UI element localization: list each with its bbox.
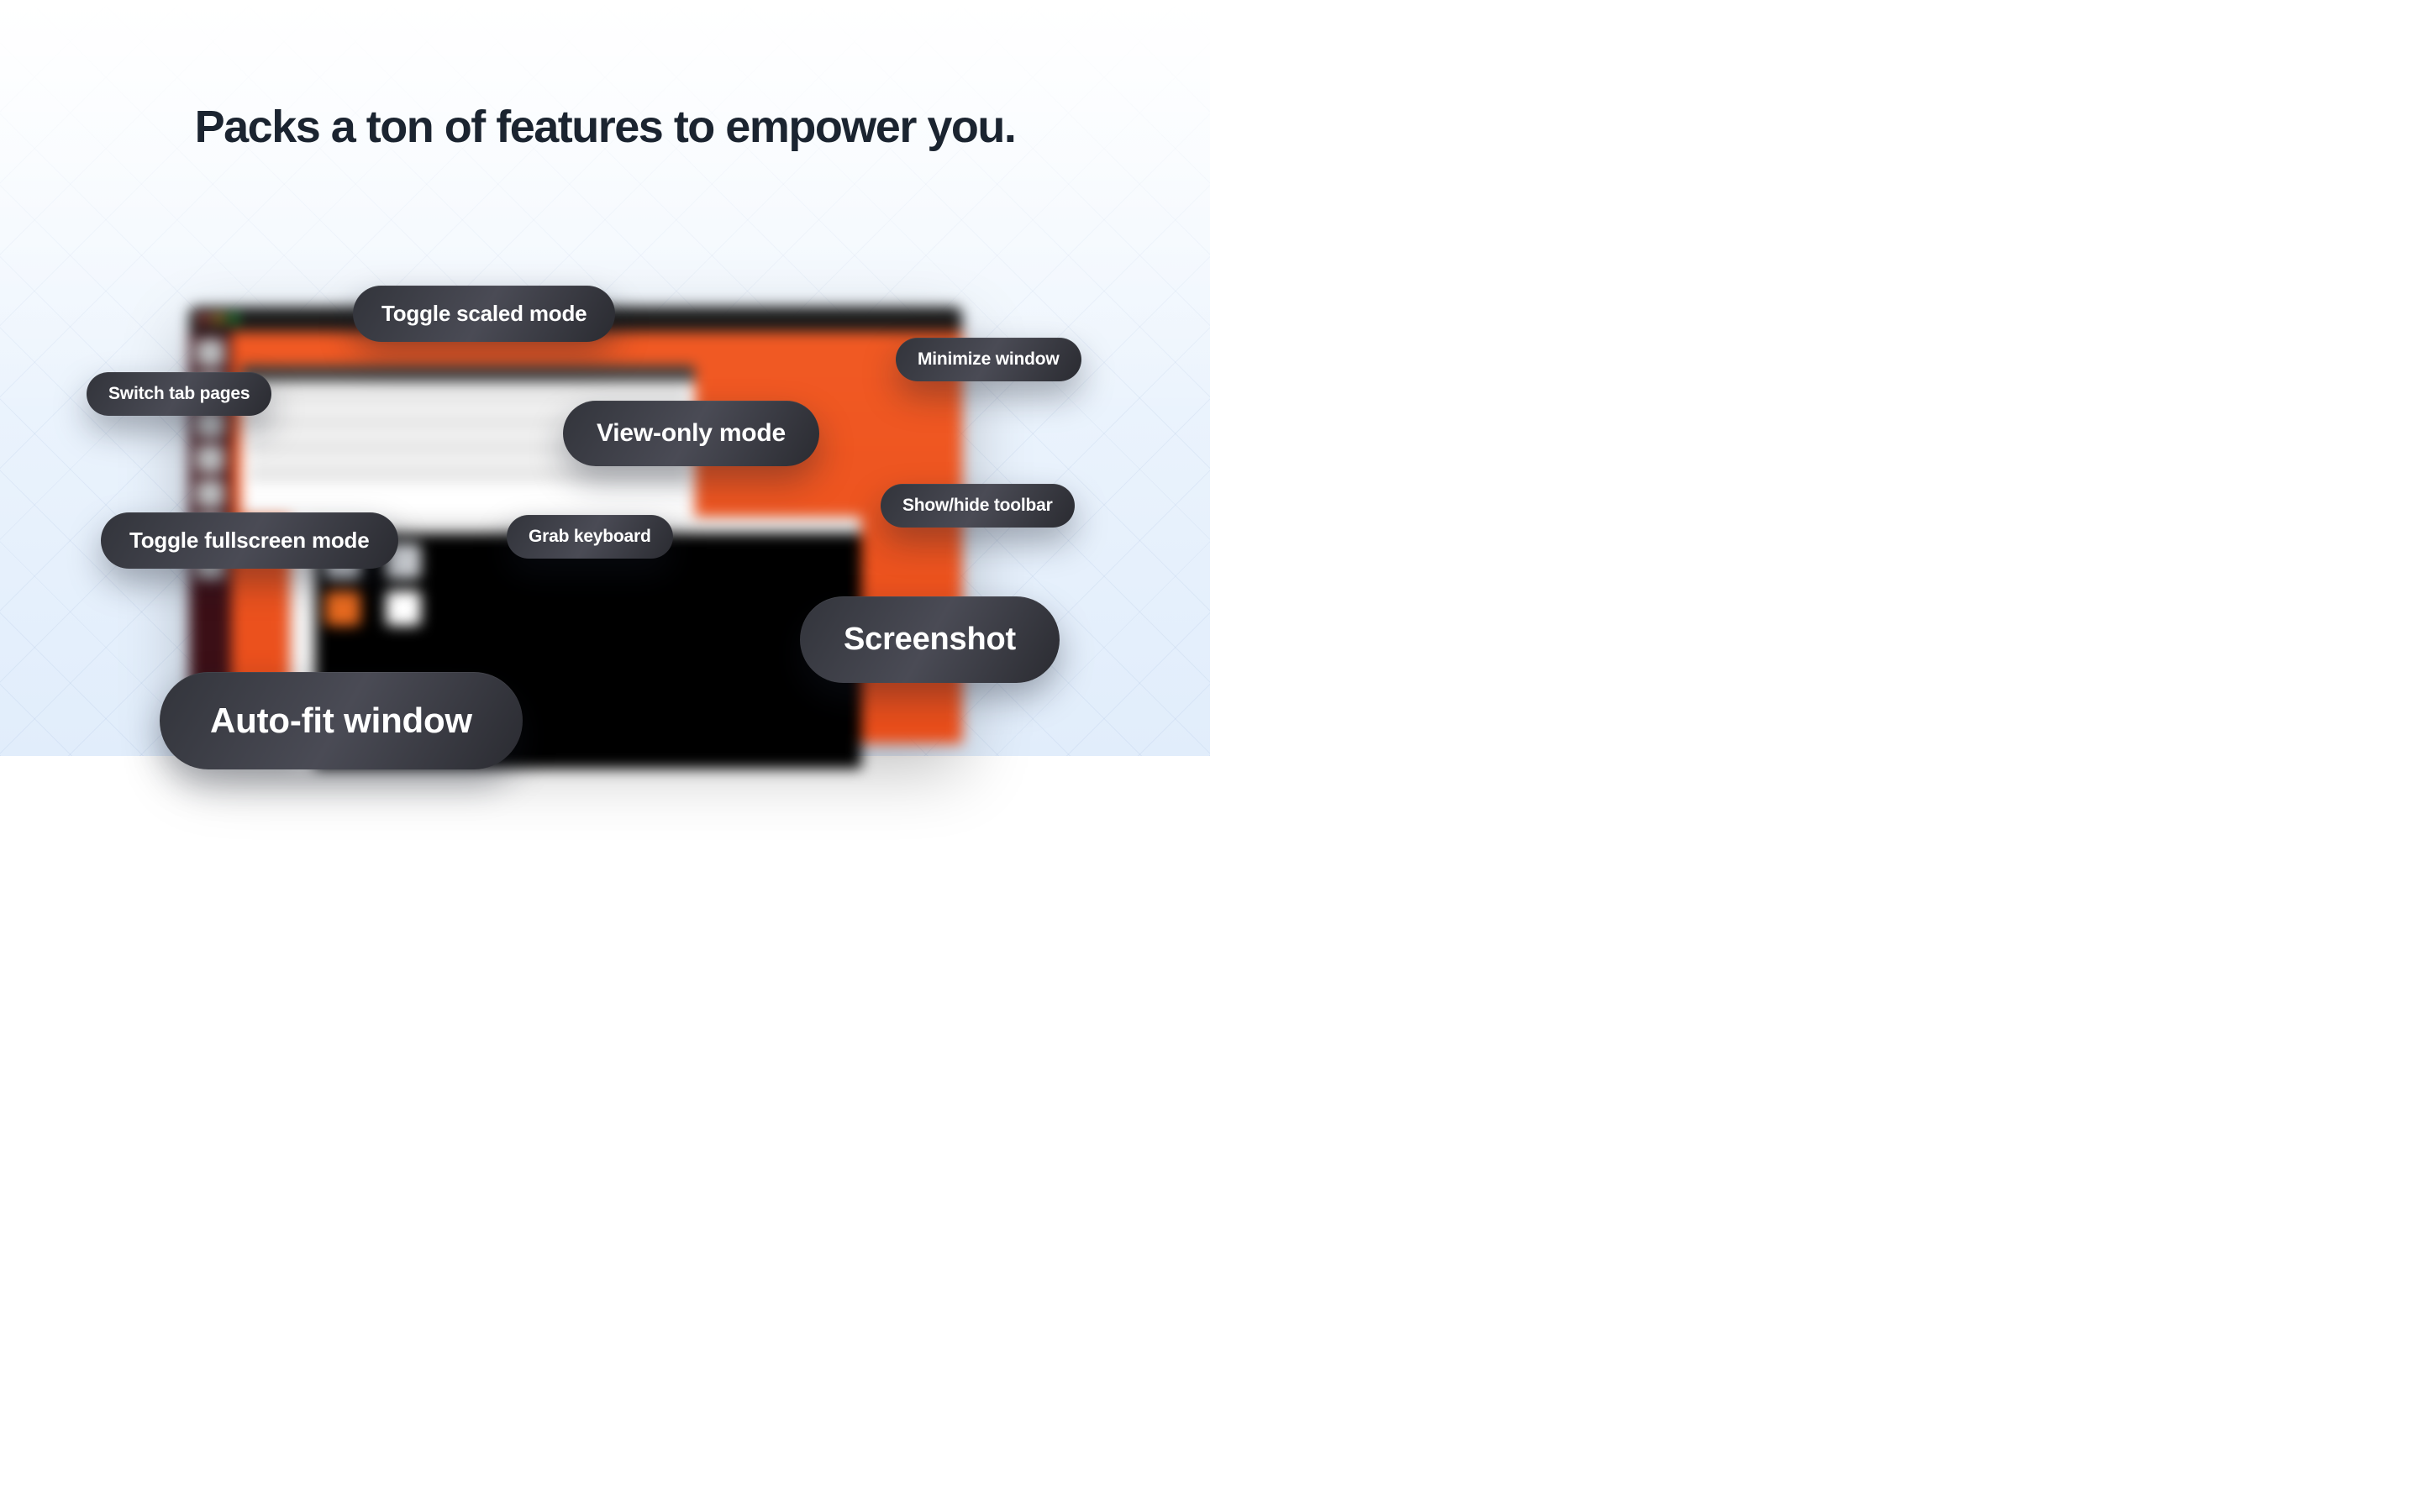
- document-icon: [386, 591, 421, 626]
- file-manager-titlebar: [241, 365, 695, 382]
- minimize-dot-icon: [214, 314, 224, 323]
- headline: Packs a ton of features to empower you.: [0, 101, 1210, 153]
- promo-stage: Packs a ton of features to empower you.: [0, 0, 1210, 756]
- firefox-icon: [325, 591, 360, 626]
- pill-grab-keyboard: Grab keyboard: [507, 515, 673, 559]
- pill-show-hide-toolbar: Show/hide toolbar: [881, 484, 1075, 528]
- pill-toggle-scaled-mode: Toggle scaled mode: [353, 286, 615, 342]
- dock-app-icon: [196, 480, 224, 508]
- pill-screenshot: Screenshot: [800, 596, 1060, 683]
- zoom-dot-icon: [229, 314, 239, 323]
- traffic-lights: [199, 314, 239, 323]
- pill-view-only-mode: View-only mode: [563, 401, 819, 466]
- pill-minimize-window: Minimize window: [896, 338, 1081, 381]
- pill-auto-fit-window: Auto-fit window: [160, 672, 523, 769]
- dock-app-icon: [196, 444, 224, 473]
- pill-toggle-fullscreen: Toggle fullscreen mode: [101, 512, 398, 569]
- pill-switch-tab-pages: Switch tab pages: [87, 372, 271, 416]
- dock-app-icon: [196, 339, 224, 367]
- close-dot-icon: [199, 314, 208, 323]
